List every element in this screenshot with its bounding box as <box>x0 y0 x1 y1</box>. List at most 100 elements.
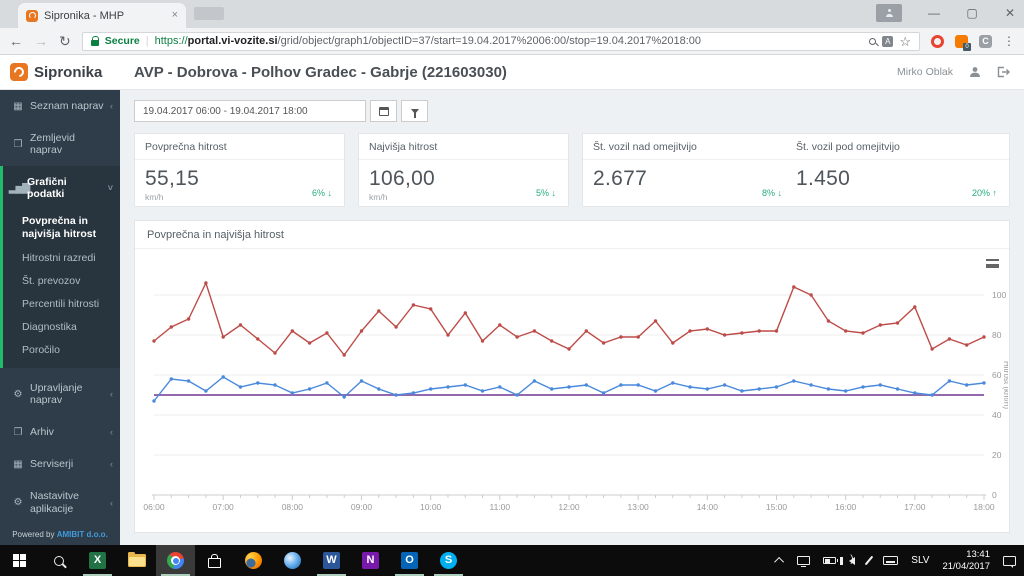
extension-badge-icon[interactable]: 0 <box>955 34 971 51</box>
sidebar-item-seznam-naprav[interactable]: ▦ Seznam naprav ‹ <box>0 90 120 122</box>
grid-icon: ▦ <box>13 100 23 112</box>
file-explorer-icon <box>127 551 146 567</box>
date-range-input[interactable] <box>134 100 366 122</box>
brand[interactable]: Sipronika <box>0 63 120 81</box>
battery-icon[interactable] <box>823 557 839 564</box>
gear-icon: ⚙ <box>13 388 23 400</box>
map-icon: ❒ <box>13 138 23 150</box>
back-button[interactable]: ← <box>9 34 23 48</box>
keyboard-icon[interactable] <box>883 556 899 565</box>
brand-name: Sipronika <box>34 63 103 81</box>
sidebar-subitem-hitrostni-razredi[interactable]: Hitrostni razredi <box>3 247 120 270</box>
page-title: AVP - Dobrova - Polhov Gradec - Gabrje (… <box>134 63 507 81</box>
speed-chart: 0 20 40 60 80 100 06:00 07:00 08:00 09:00 10:00 11:… <box>143 281 1011 512</box>
calendar-icon <box>378 106 389 116</box>
taskbar-skype[interactable]: S <box>429 545 468 576</box>
main-content: Povprečna hitrost 55,15 km/h 6% ↓ Najviš… <box>120 90 1024 545</box>
sidebar-item-zemljevid-naprav[interactable]: ❒ Zemljevid naprav <box>0 122 120 166</box>
taskbar-word[interactable]: W <box>312 545 351 576</box>
forward-button[interactable]: → <box>34 34 48 48</box>
taskbar-excel[interactable]: X <box>78 545 117 576</box>
logout-icon[interactable] <box>997 66 1010 78</box>
extension-avast-icon[interactable] <box>931 34 944 48</box>
svg-text:07:00: 07:00 <box>213 502 235 512</box>
new-tab-button[interactable] <box>194 7 224 20</box>
tab-title: Sipronika - MHP <box>44 9 125 22</box>
taskbar-firefox[interactable] <box>234 545 273 576</box>
window-close-button[interactable]: ✕ <box>1004 6 1016 20</box>
network-icon[interactable] <box>797 556 811 567</box>
extension-c-icon[interactable]: C <box>979 34 992 48</box>
user-icon[interactable] <box>969 66 981 78</box>
taskbar-search-button[interactable] <box>39 545 78 576</box>
sidebar-subitem-st-prevozov[interactable]: Št. prevozov <box>3 270 120 293</box>
stat-card-povprecna-hitrost: Povprečna hitrost 55,15 km/h 6% ↓ <box>134 133 345 207</box>
window-maximize-button[interactable]: ▢ <box>966 6 978 20</box>
svg-text:11:00: 11:00 <box>490 502 511 512</box>
sipronika-logo-icon <box>10 63 28 81</box>
chevron-down-icon: ˅ <box>107 183 113 194</box>
calendar-icon: ▦ <box>13 458 23 470</box>
filter-button[interactable] <box>401 100 428 122</box>
svg-text:20: 20 <box>992 450 1002 460</box>
pen-icon[interactable] <box>864 555 874 566</box>
secure-label: Secure <box>104 35 140 47</box>
sidebar-subitem-diagnostika[interactable]: Diagnostika <box>3 316 120 339</box>
taskbar-store[interactable] <box>195 545 234 576</box>
language-indicator[interactable]: SLV <box>911 555 929 566</box>
user-name: Mirko Oblak <box>896 66 953 78</box>
stat-value: 1.450 <box>796 167 851 190</box>
taskbar-file-explorer[interactable] <box>117 545 156 576</box>
excel-icon: X <box>89 552 106 569</box>
volume-icon[interactable] <box>840 554 856 565</box>
stat-change-badge: 6% ↓ <box>311 188 332 198</box>
stat-value: 106,00 <box>369 167 436 190</box>
taskbar-outlook[interactable]: O <box>390 545 429 576</box>
windows-store-icon <box>208 553 221 568</box>
sidebar-item-arhiv[interactable]: ❐ Arhiv ‹ <box>0 416 120 448</box>
translate-icon[interactable]: A <box>882 35 894 47</box>
chrome-menu-icon[interactable]: ⋮ <box>1003 34 1015 48</box>
taskbar-onenote[interactable]: N <box>351 545 390 576</box>
clock[interactable]: 13:41 21/04/2017 <box>942 549 990 573</box>
action-center-icon[interactable] <box>1003 555 1016 568</box>
taskbar-google-earth[interactable] <box>273 545 312 576</box>
sidebar-item-serviserji[interactable]: ▦ Serviserji ‹ <box>0 448 120 480</box>
sidebar-subitem-percentili-hitrosti[interactable]: Percentili hitrosti <box>3 293 120 316</box>
firefox-icon <box>245 552 262 569</box>
svg-text:0: 0 <box>992 490 997 500</box>
stat-unit: km/h <box>369 192 388 202</box>
chart-panel-title: Povprečna in najvišja hitrost <box>135 221 1009 249</box>
chart-panel: Povprečna in najvišja hitrost 0 20 40 60 80 1… <box>134 220 1011 533</box>
chart-menu-icon[interactable] <box>986 259 999 268</box>
address-bar[interactable]: Secure | https://portal.vi-vozite.si/gri… <box>81 31 920 51</box>
calendar-button[interactable] <box>370 100 397 122</box>
reload-button[interactable]: ↻ <box>59 34 71 48</box>
chrome-profile-button[interactable] <box>876 4 902 22</box>
sidebar-item-upravljanje-naprav[interactable]: ⚙ Upravljanje naprav ‹ <box>0 372 120 416</box>
window-minimize-button[interactable]: — <box>928 6 940 20</box>
sidebar-subitem-porocilo[interactable]: Poročilo <box>3 339 120 362</box>
extension-badge-count: 0 <box>963 42 971 51</box>
sidebar-group-graficni-podatki: ▂▅▇ Grafični podatki ˅ Povprečna in najv… <box>0 166 120 369</box>
stat-value: 55,15 <box>145 167 200 190</box>
tab-close-icon[interactable]: × <box>172 10 178 21</box>
svg-text:14:00: 14:00 <box>697 502 719 512</box>
zoom-page-icon[interactable] <box>869 37 877 45</box>
sidebar-item-nastavitve-aplikacije[interactable]: ⚙ Nastavitve aplikacije ‹ <box>0 480 120 524</box>
sidebar-item-graficni-podatki[interactable]: ▂▅▇ Grafični podatki ˅ <box>3 166 120 210</box>
svg-text:06:00: 06:00 <box>143 502 165 512</box>
gears-icon: ⚙ <box>13 497 23 508</box>
amibit-link[interactable]: AMIBIT d.o.o. <box>57 530 108 539</box>
stat-card-st-vozil: Št. vozil nad omejitvijo Št. vozil pod o… <box>582 133 1010 207</box>
person-icon <box>885 9 893 17</box>
bookmark-star-icon[interactable]: ☆ <box>899 35 911 48</box>
tray-expand-icon[interactable] <box>774 556 785 567</box>
browser-tab[interactable]: Sipronika - MHP × <box>18 3 186 28</box>
stat-change-badge: 20% ↑ <box>971 188 997 198</box>
start-button[interactable] <box>0 545 39 576</box>
sipronika-favicon-icon <box>26 9 38 22</box>
bar-chart-icon: ▂▅▇ <box>9 182 30 194</box>
sidebar-subitem-povprecna-hitrost[interactable]: Povprečna in najvišja hitrost <box>3 210 120 246</box>
taskbar-chrome[interactable] <box>156 545 195 576</box>
